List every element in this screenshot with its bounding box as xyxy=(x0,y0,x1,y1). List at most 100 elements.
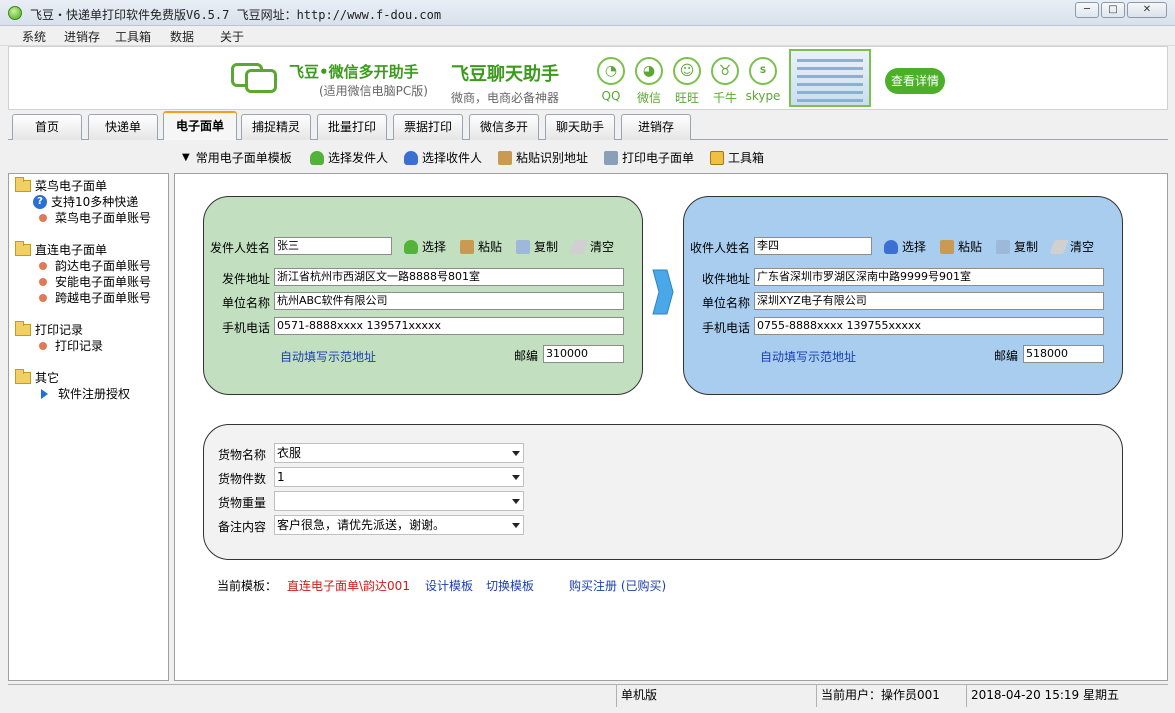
paste-parse-address-button[interactable]: 粘贴识别地址 xyxy=(498,149,588,166)
sender-name-input[interactable]: 张三 xyxy=(274,237,392,255)
clipboard-icon xyxy=(498,150,512,165)
person-green-icon xyxy=(310,150,324,165)
tree-item-anneng-account[interactable]: 安能电子面单账号 xyxy=(37,273,151,290)
goods-weight-select[interactable] xyxy=(274,491,524,511)
goods-count-select[interactable]: 1 xyxy=(274,467,524,487)
receiver-phone-label: 手机电话 xyxy=(702,321,751,335)
tree-item-kuayue-account[interactable]: 跨越电子面单账号 xyxy=(37,289,151,306)
sidebar-tree: 菜鸟电子面单 ? 支持10多种快递 菜鸟电子面单账号 直连电子面单 韵达电子面单… xyxy=(8,173,169,681)
select-sender-button[interactable]: 选择发件人 xyxy=(310,149,388,166)
sender-copy-label: 复制 xyxy=(534,240,559,254)
sender-auto-fill-link[interactable]: 自动填写示范地址 xyxy=(280,348,376,365)
menu-system[interactable]: 系统 xyxy=(22,28,46,45)
goods-remark-value: 客户很急，请优先派送，谢谢。 xyxy=(277,518,446,532)
tab-home[interactable]: 首页 xyxy=(12,114,82,140)
select-receiver-label: 选择收件人 xyxy=(422,151,483,165)
tree-item-cainiao-account[interactable]: 菜鸟电子面单账号 xyxy=(37,209,151,226)
design-template-link[interactable]: 设计模板 xyxy=(425,577,473,594)
menu-about[interactable]: 关于 xyxy=(220,28,244,45)
receiver-clear-button[interactable]: 清空 xyxy=(1049,238,1094,255)
sender-address-label: 发件地址 xyxy=(222,272,271,286)
view-details-button[interactable]: 查看详情 xyxy=(885,68,945,94)
receiver-postcode-input[interactable]: 518000 xyxy=(1023,345,1104,363)
status-datetime: 2018-04-20 15:19 星期五 xyxy=(966,685,1166,707)
tree-item-support-express[interactable]: ? 支持10多种快递 xyxy=(33,193,138,210)
tab-receipt-print[interactable]: 票据打印 xyxy=(393,114,463,140)
purchase-register-link[interactable]: 购买注册 (已购买) xyxy=(569,577,666,594)
sender-postcode-input[interactable]: 310000 xyxy=(543,345,624,363)
menu-data[interactable]: 数据 xyxy=(170,28,194,45)
title-bar: 飞豆・快递单打印软件免费版V6.5.7 飞豆网址：http://www.f-do… xyxy=(0,0,1175,26)
sender-copy-button[interactable]: 复制 xyxy=(516,238,558,255)
sender-paste-button[interactable]: 粘贴 xyxy=(460,238,502,255)
toolbox-button[interactable]: 工具箱 xyxy=(710,149,764,166)
tab-batch-print[interactable]: 批量打印 xyxy=(317,114,387,140)
status-bar: 单机版 当前用户：操作员001 2018-04-20 15:19 星期五 xyxy=(8,684,1168,707)
switch-template-link[interactable]: 切换模板 xyxy=(486,577,534,594)
sender-select-button[interactable]: 选择 xyxy=(404,238,446,255)
tree-item-registration[interactable]: 软件注册授权 xyxy=(37,385,130,402)
template-dropdown-button[interactable]: ▼ 常用电子面单模板 xyxy=(182,149,292,166)
app-label: skype xyxy=(745,89,781,103)
receiver-select-label: 选择 xyxy=(902,240,927,254)
toolbox-label: 工具箱 xyxy=(728,151,765,165)
play-arrow-icon xyxy=(41,388,48,399)
app-label: 微信 xyxy=(636,91,661,105)
qianniu-icon: ♉ xyxy=(711,57,739,85)
person-blue-icon xyxy=(884,239,898,254)
tree-group-direct[interactable]: 直连电子面单 xyxy=(15,240,107,258)
print-e-waybill-button[interactable]: 打印电子面单 xyxy=(604,149,694,166)
receiver-paste-button[interactable]: 粘贴 xyxy=(940,238,982,255)
promo-banner[interactable]: 飞豆•微信多开助手 (适用微信电脑PC版) 飞豆聊天助手 微商，电商必备神器 ◔… xyxy=(8,46,1168,110)
receiver-copy-label: 复制 xyxy=(1014,240,1039,254)
tree-item-print-log[interactable]: 打印记录 xyxy=(37,337,103,354)
tab-wechat-multi[interactable]: 微信多开 xyxy=(469,114,539,140)
sender-company-label: 单位名称 xyxy=(222,296,271,310)
minimize-button[interactable]: ─ xyxy=(1075,2,1099,18)
receiver-select-button[interactable]: 选择 xyxy=(884,238,926,255)
tab-chat-assistant[interactable]: 聊天助手 xyxy=(545,114,615,140)
app-qq: ◔ QQ xyxy=(591,57,631,103)
select-receiver-button[interactable]: 选择收件人 xyxy=(404,149,482,166)
tree-group-print-log[interactable]: 打印记录 xyxy=(15,320,83,338)
receiver-copy-button[interactable]: 复制 xyxy=(996,238,1038,255)
tree-group-cainiao[interactable]: 菜鸟电子面单 xyxy=(15,176,108,194)
sender-phone-input[interactable]: 0571-8888xxxx 139571xxxxx xyxy=(274,317,624,335)
receiver-auto-fill-link[interactable]: 自动填写示范地址 xyxy=(760,348,856,365)
receiver-company-input[interactable]: 深圳XYZ电子有限公司 xyxy=(754,292,1104,310)
goods-name-select[interactable]: 衣服 xyxy=(274,443,524,463)
chat-bubbles-icon xyxy=(231,59,281,97)
goods-count-value: 1 xyxy=(277,470,285,484)
paste-parse-label: 粘贴识别地址 xyxy=(516,151,589,165)
tab-e-waybill[interactable]: 电子面单 xyxy=(163,111,237,141)
goods-card: 货物名称 衣服 货物件数 1 货物重量 备注内容 客户很急，请优先派送，谢谢。 xyxy=(203,424,1123,560)
receiver-address-input[interactable]: 广东省深圳市罗湖区深南中路9999号901室 xyxy=(754,268,1104,286)
sender-select-label: 选择 xyxy=(422,240,447,254)
tab-express-bill[interactable]: 快递单 xyxy=(88,114,158,140)
maximize-button[interactable]: □ xyxy=(1101,2,1125,18)
sender-company-input[interactable]: 杭州ABC软件有限公司 xyxy=(274,292,624,310)
tab-inventory[interactable]: 进销存 xyxy=(621,114,691,140)
chevron-down-icon xyxy=(512,475,520,480)
sender-address-input[interactable]: 浙江省杭州市西湖区文一路8888号801室 xyxy=(274,268,624,286)
tree-item-label: 韵达电子面单账号 xyxy=(55,259,152,273)
app-skype: S skype xyxy=(743,57,783,103)
qq-icon: ◔ xyxy=(597,57,625,85)
tree-group-other[interactable]: 其它 xyxy=(15,368,59,386)
sender-clear-button[interactable]: 清空 xyxy=(569,238,614,255)
tree-item-label: 打印记录 xyxy=(55,339,104,353)
app-wangwang: ☺ 旺旺 xyxy=(667,57,707,106)
window-title: 飞豆・快递单打印软件免费版V6.5.7 飞豆网址：http://www.f-do… xyxy=(30,8,442,22)
close-button[interactable]: ✕ xyxy=(1127,2,1167,18)
tree-group-label: 菜鸟电子面单 xyxy=(35,179,108,193)
screenshot-thumbnail xyxy=(789,49,871,107)
goods-remark-select[interactable]: 客户很急，请优先派送，谢谢。 xyxy=(274,515,524,535)
menu-toolbox[interactable]: 工具箱 xyxy=(115,28,151,45)
receiver-name-input[interactable]: 李四 xyxy=(754,237,872,255)
folder-icon xyxy=(15,320,31,336)
receiver-phone-input[interactable]: 0755-8888xxxx 139755xxxxx xyxy=(754,317,1104,335)
tree-item-yunda-account[interactable]: 韵达电子面单账号 xyxy=(37,257,151,274)
bullet-icon xyxy=(39,213,47,222)
menu-inventory[interactable]: 进销存 xyxy=(64,28,100,45)
tab-capture[interactable]: 捕捉精灵 xyxy=(241,114,311,140)
